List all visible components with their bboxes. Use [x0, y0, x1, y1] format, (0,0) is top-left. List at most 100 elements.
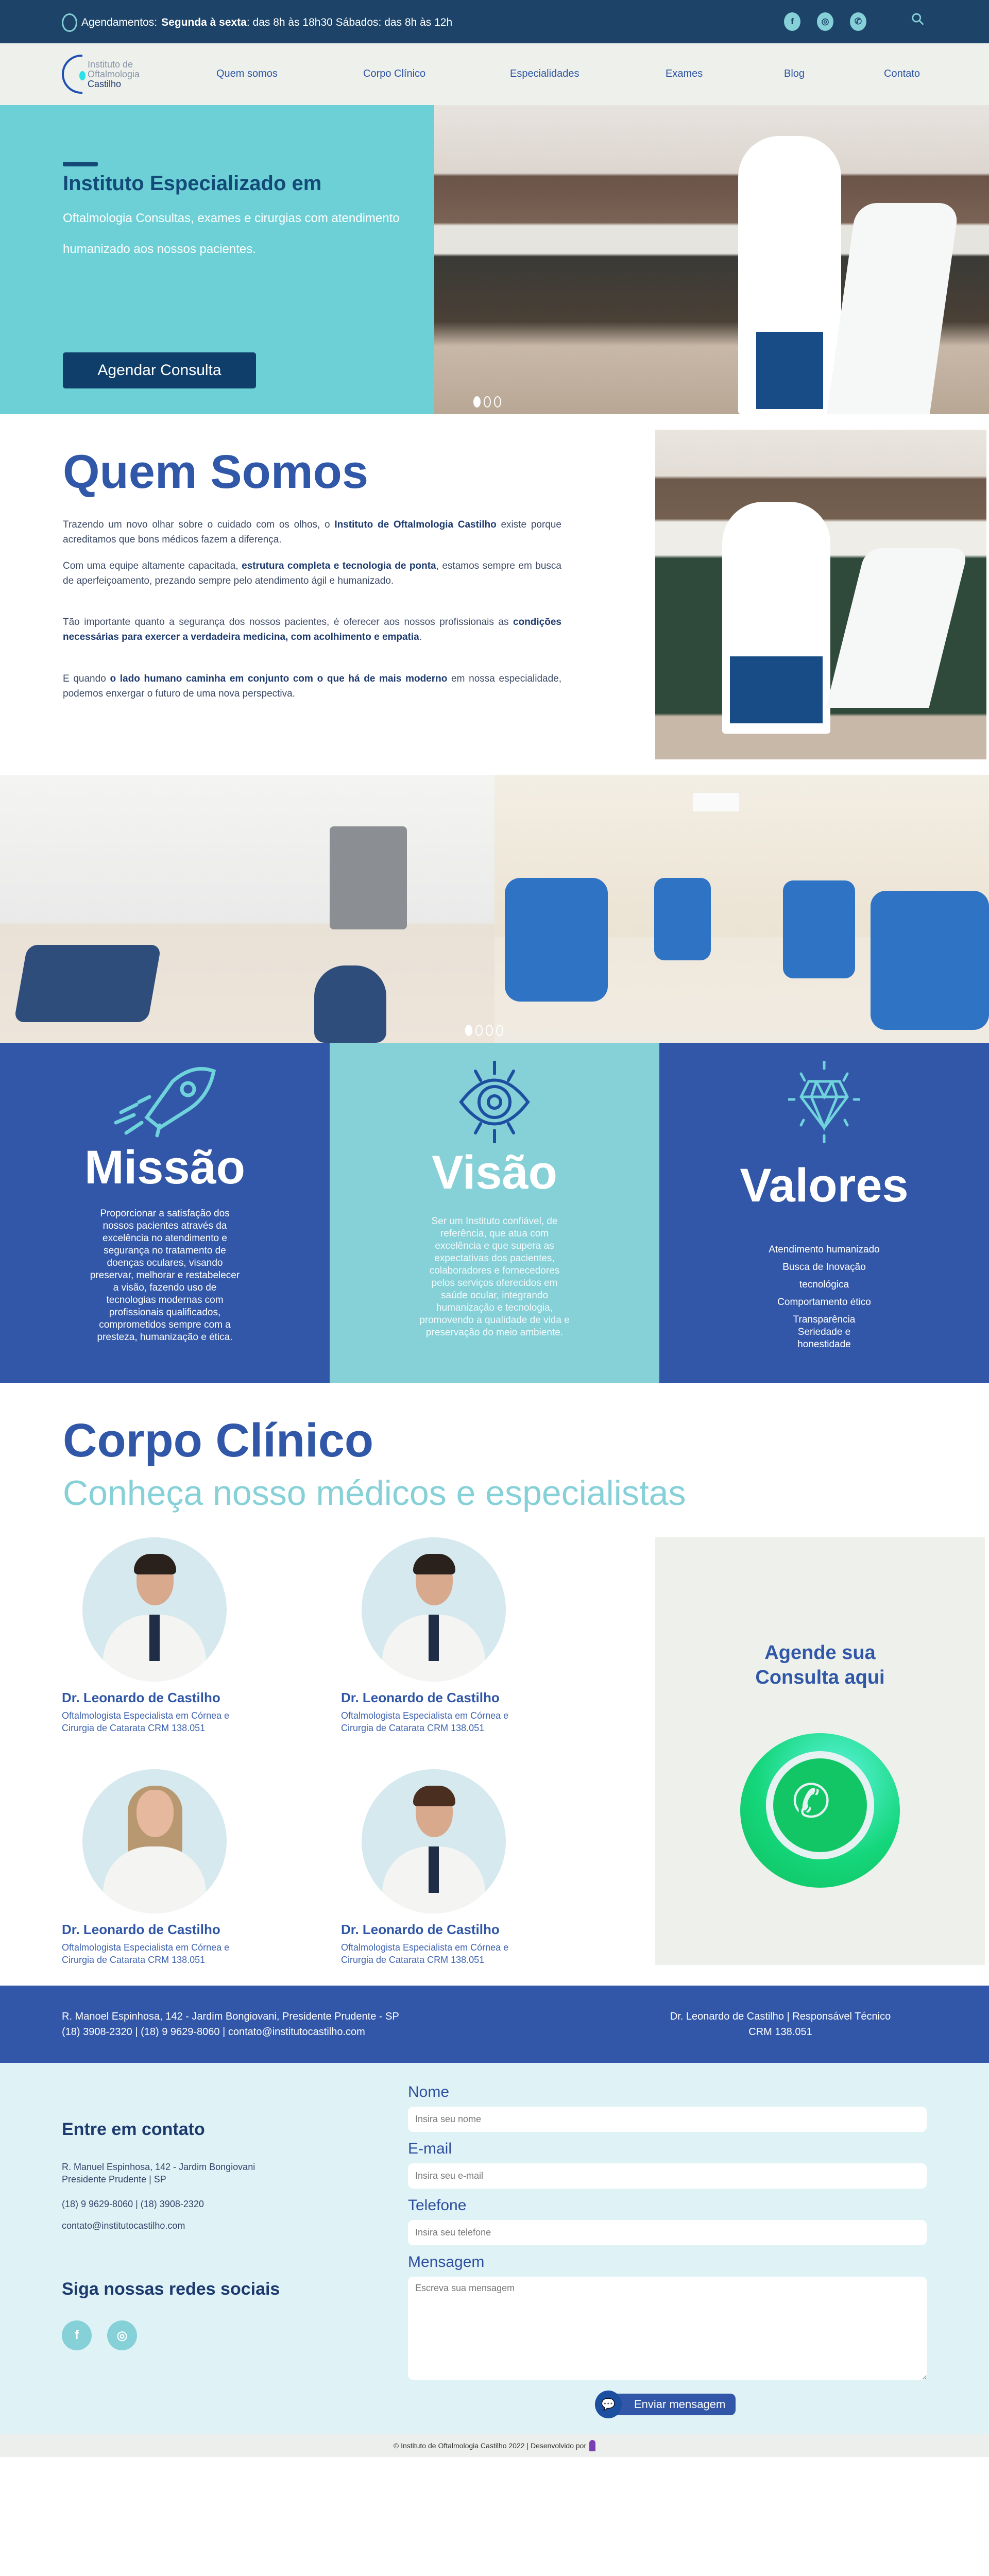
hours-label: Agendamentos: [81, 16, 158, 28]
contact-section: Entre em contato R. Manuel Espinhosa, 14… [0, 2063, 989, 2434]
contact-email[interactable]: contato@institutocastilho.com [62, 2219, 185, 2232]
carousel-dot[interactable] [486, 1025, 493, 1036]
team-subtitle: Conheça nosso médicos e especialistas [63, 1473, 686, 1513]
text: Trazendo um novo olhar sobre o cuidado c… [63, 519, 335, 530]
air-conditioner [693, 793, 739, 811]
doctor-name: Dr. Leonardo de Castilho [62, 1690, 220, 1705]
facebook-icon[interactable]: f [62, 2320, 92, 2350]
instagram-icon[interactable]: ◎ [817, 12, 833, 31]
mission-title: Missão [84, 1141, 245, 1194]
carousel-dot[interactable] [496, 1025, 503, 1036]
carousel-dot[interactable] [494, 396, 501, 408]
doctor-photo [82, 1769, 227, 1913]
stool [314, 965, 386, 1043]
values-section: Missão Proporcionar a satisfação dos nos… [0, 1043, 989, 1383]
instagram-icon[interactable]: ◎ [107, 2320, 137, 2350]
clinic-facade-photo [434, 105, 989, 414]
logo-line2: Oftalmologia [88, 69, 140, 79]
name-label: Nome [408, 2083, 450, 2100]
carousel-dot[interactable] [484, 396, 491, 408]
carousel-dot[interactable] [473, 396, 481, 408]
contact-phones: (18) 9 9629-8060 | (18) 3908-2320 [62, 2199, 204, 2209]
phone-input[interactable] [408, 2220, 927, 2245]
logo-line1: Instituto de [88, 59, 133, 70]
facebook-icon[interactable]: f [784, 12, 800, 31]
doctor-description: Oftalmologista Especialista em Córnea e … [62, 1942, 230, 1965]
hero-subtitle: Oftalmologia Consultas, exames e cirurgi… [63, 211, 400, 256]
doctor-name: Dr. Leonardo de Castilho [341, 1690, 500, 1705]
whatsapp-cta-text: Agende sua Consulta aqui [655, 1640, 985, 1690]
chat-bubbles-icon: 💬 [595, 2391, 622, 2418]
doctor-photo [362, 1769, 506, 1913]
rocket-icon [114, 1067, 216, 1138]
address-text: R. Manoel Espinhosa, 142 - Jardim Bongio… [62, 2011, 399, 2022]
logo[interactable]: Instituto de Oftalmologia Castilho [62, 55, 140, 94]
whatsapp-cta-box[interactable]: Agende sua Consulta aqui ✆ [655, 1537, 985, 1965]
search-icon[interactable]: ⚲ [907, 8, 929, 30]
clock-icon [62, 13, 77, 32]
value-item: tecnológica [799, 1279, 849, 1290]
footer-address: R. Manoel Espinhosa, 142 - Jardim Bongio… [62, 2009, 399, 2040]
copyright-text: © Instituto de Oftalmologia Castilho 202… [393, 2441, 587, 2450]
value-item: Atendimento humanizado [769, 1244, 880, 1255]
nav-especialidades[interactable]: Especialidades [510, 68, 579, 80]
team-section: Corpo Clínico Conheça nosso médicos e es… [0, 1383, 989, 1986]
doctor-name: Dr. Leonardo de Castilho [341, 1922, 500, 1937]
gallery-carousel-dots [465, 1025, 503, 1036]
about-section: Quem Somos Trazendo um novo olhar sobre … [0, 414, 989, 775]
values-list: Atendimento humanizado Busca de Inovação… [742, 1244, 907, 1351]
send-message-button[interactable]: 💬 Enviar mensagem [595, 2391, 736, 2418]
recovery-room-photo [494, 775, 989, 1043]
send-message-label: Enviar mensagem [615, 2394, 736, 2415]
cta-line: Agende sua [764, 1642, 876, 1664]
clinic-sign [738, 136, 841, 414]
accent-dash [63, 162, 98, 166]
message-textarea[interactable] [408, 2277, 927, 2380]
doctor-description: Oftalmologista Especialista em Córnea e … [341, 1710, 509, 1733]
text-bold: Instituto de Oftalmologia Castilho [334, 519, 497, 530]
opening-hours: Agendamentos: Segunda à sexta: das 8h às… [62, 13, 452, 32]
logo-text: Instituto de Oftalmologia Castilho [88, 59, 140, 89]
nav-contato[interactable]: Contato [884, 68, 920, 80]
hours-weekdays: Segunda à sexta [161, 16, 247, 28]
gallery-section [0, 775, 989, 1043]
cta-line: Consulta aqui [755, 1667, 885, 1688]
clinic-sign [722, 502, 830, 734]
values-card: Valores Atendimento humanizado Busca de … [659, 1043, 989, 1383]
crm-text: CRM 138.051 [748, 2026, 812, 2038]
vision-card: Visão Ser um Instituto confiável, de ref… [330, 1043, 659, 1383]
nav-blog[interactable]: Blog [784, 68, 805, 80]
hero-panel: Instituto Especializado em Oftalmologia … [0, 105, 434, 414]
copyright-bar: © Instituto de Oftalmologia Castilho 202… [0, 2434, 989, 2457]
developer-logo-icon[interactable] [589, 2439, 596, 2451]
mission-text: Proporcionar a satisfação dos nossos pac… [90, 1208, 240, 1343]
email-input[interactable] [408, 2163, 927, 2189]
hero-section: Instituto Especializado em Oftalmologia … [0, 105, 989, 414]
whatsapp-icon[interactable]: ✆ [850, 12, 866, 31]
text-bold: o lado humano caminha em conjunto com o … [110, 673, 448, 684]
about-title: Quem Somos [63, 446, 369, 498]
top-bar: Agendamentos: Segunda à sexta: das 8h às… [0, 0, 989, 43]
text-bold: estrutura completa e tecnologia de ponta [242, 561, 436, 571]
nav-quem-somos[interactable]: Quem somos [216, 68, 278, 80]
hours-detail: : das 8h às 18h30 Sábados: das 8h às 12h [246, 16, 453, 28]
social-title: Siga nossas redes sociais [62, 2279, 280, 2299]
contacts-text: (18) 3908-2320 | (18) 9 9629-8060 | cont… [62, 2026, 365, 2038]
name-input[interactable] [408, 2107, 927, 2132]
responsible-text: Dr. Leonardo de Castilho | Responsável T… [670, 2011, 891, 2022]
logo-line3: Castilho [88, 78, 122, 89]
text: Tão importante quanto a segurança dos no… [63, 617, 514, 628]
mission-card: Missão Proporcionar a satisfação dos nos… [0, 1043, 330, 1383]
carousel-dot[interactable] [475, 1025, 483, 1036]
nav-exames[interactable]: Exames [666, 68, 703, 80]
main-header: Instituto de Oftalmologia Castilho Quem … [0, 43, 989, 105]
vision-text: Ser um Instituto confiável, de referênci… [419, 1216, 570, 1338]
schedule-appointment-button[interactable]: Agendar Consulta [63, 352, 256, 388]
second-sign [826, 548, 969, 708]
whatsapp-icon[interactable]: ✆ [740, 1733, 900, 1888]
nav-corpo-clinico[interactable]: Corpo Clínico [363, 68, 425, 80]
carousel-dot[interactable] [465, 1025, 472, 1036]
doctor-photo [82, 1537, 227, 1682]
team-title: Corpo Clínico [63, 1414, 374, 1467]
hero-title: Instituto Especializado em [63, 172, 322, 195]
